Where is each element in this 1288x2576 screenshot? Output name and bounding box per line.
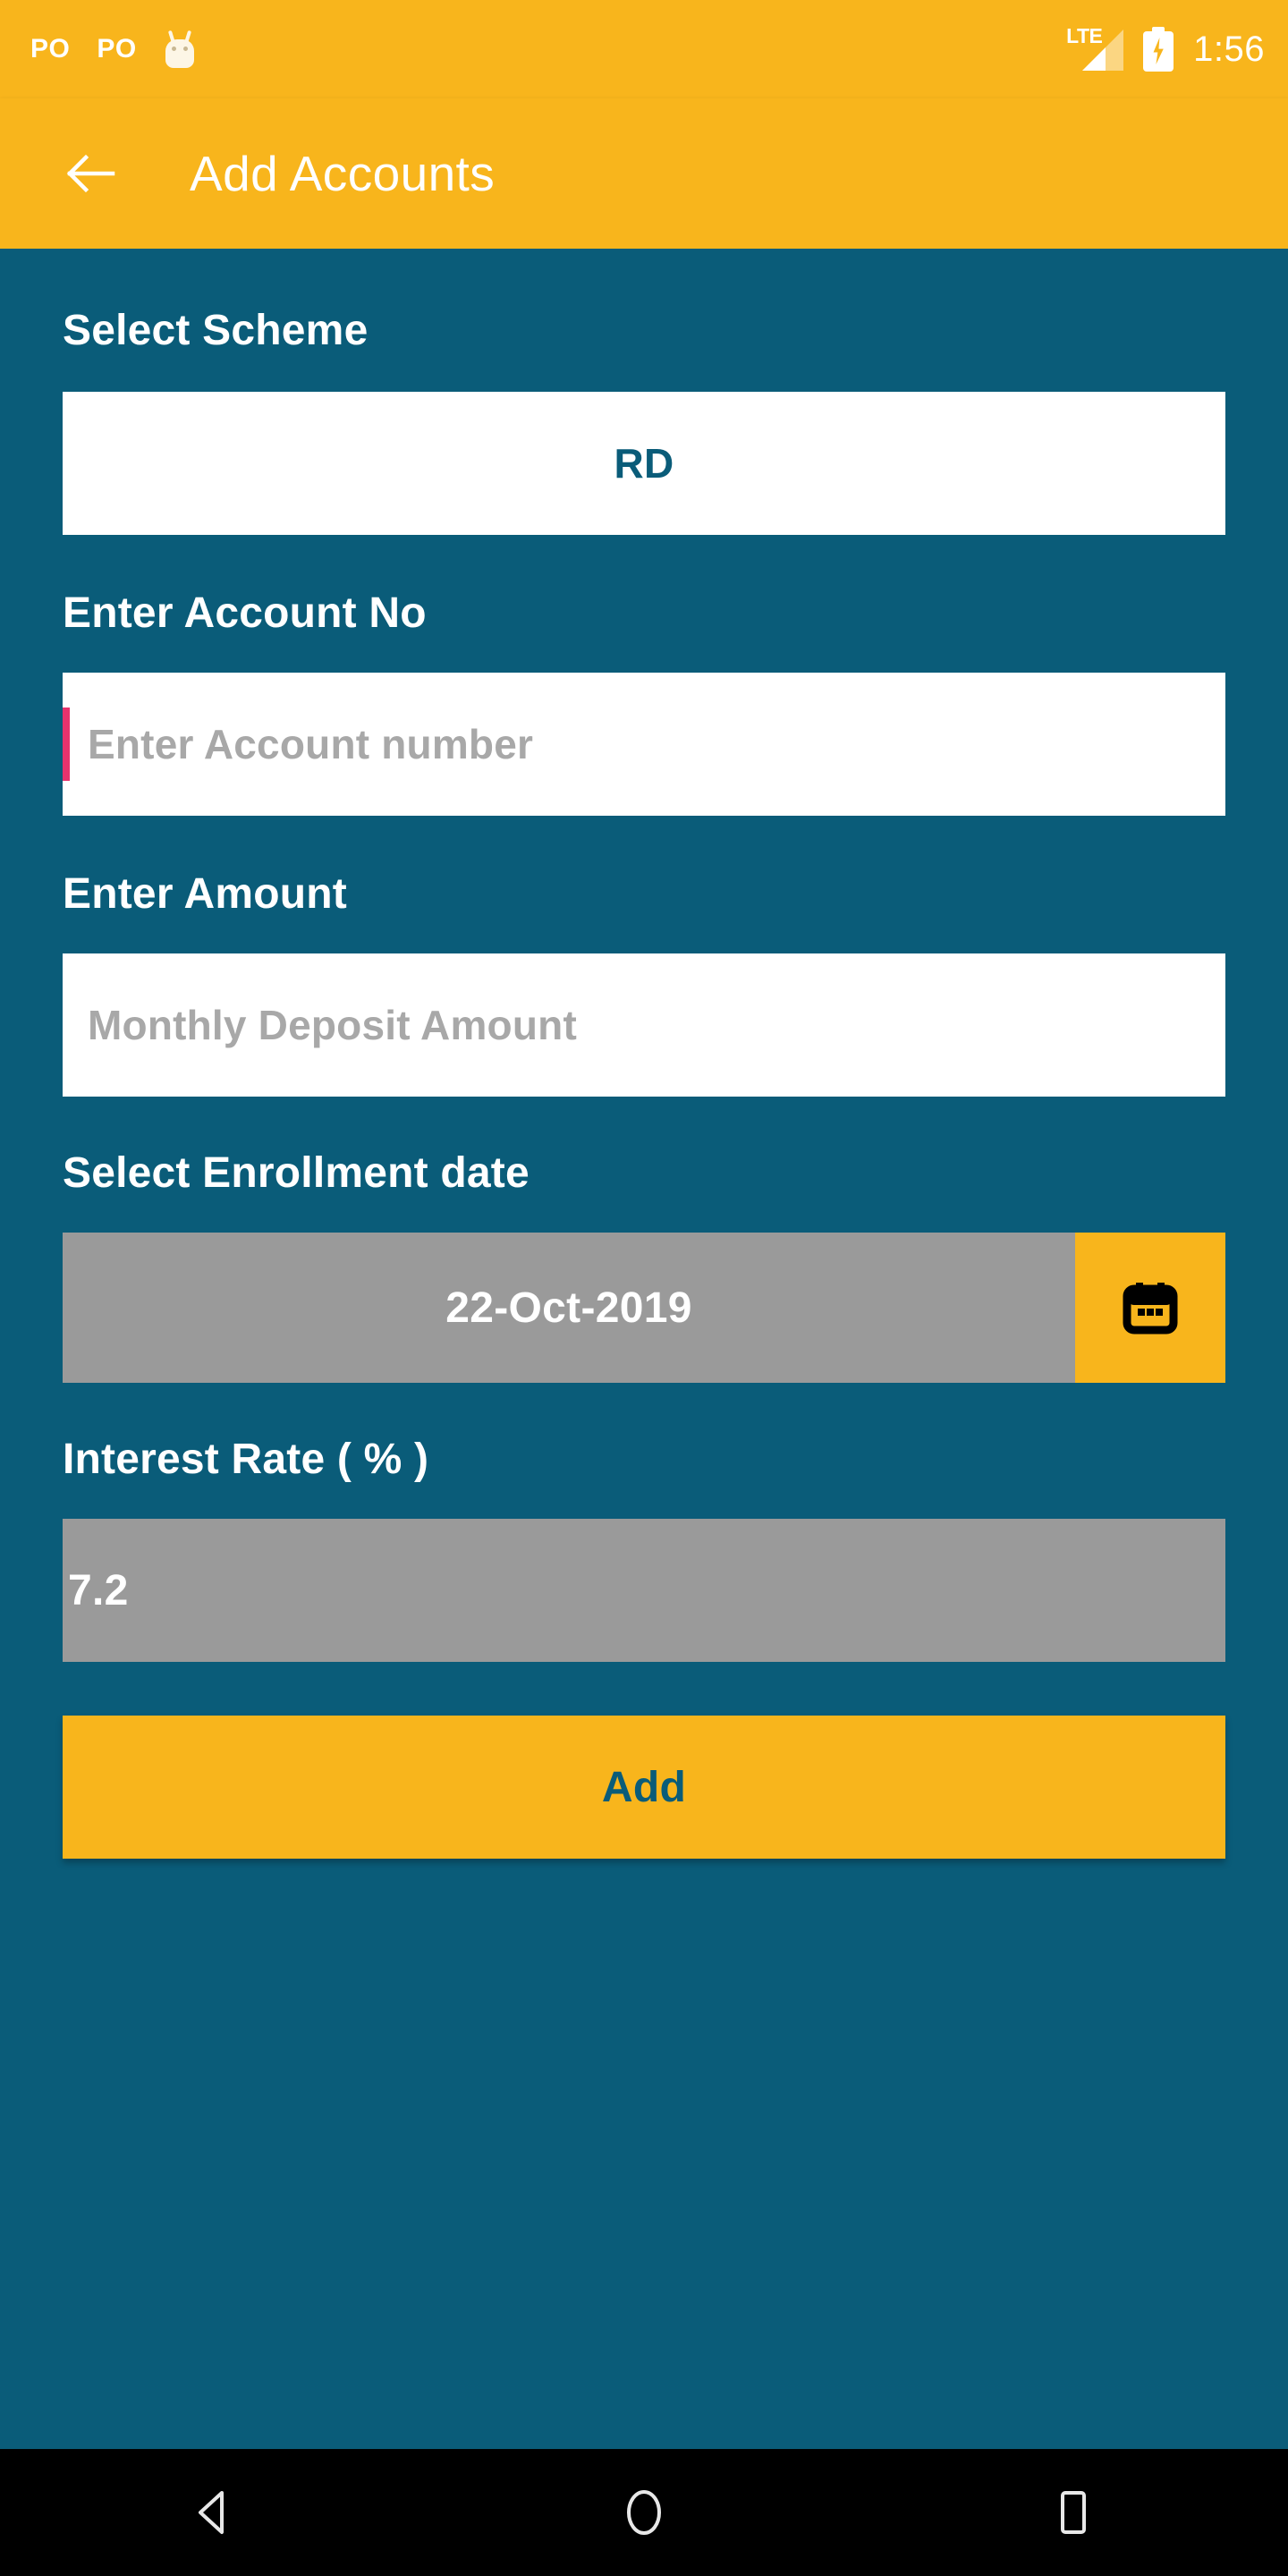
battery-charging-icon — [1143, 27, 1174, 72]
nav-home-circle-icon[interactable] — [581, 2449, 707, 2576]
po-notification-icon-2: PO — [97, 34, 137, 64]
status-indicators: LTE 1:56 — [1066, 26, 1265, 72]
app-screen: PO PO LTE 1:56 Add Accounts Select Schem… — [0, 0, 1288, 2576]
nav-back-triangle-icon[interactable] — [152, 2449, 277, 2576]
po-notification-icon-1: PO — [30, 34, 71, 64]
amount-input[interactable]: Monthly Deposit Amount — [63, 953, 1225, 1097]
account-no-placeholder: Enter Account number — [88, 721, 534, 767]
status-notifications: PO PO — [30, 30, 1070, 68]
nav-recents-square-icon[interactable] — [1011, 2449, 1136, 2576]
scheme-label: Select Scheme — [63, 307, 369, 354]
status-bar: PO PO LTE 1:56 — [0, 0, 1288, 98]
back-arrow-icon[interactable] — [63, 147, 116, 200]
signal-bars-icon: LTE — [1066, 26, 1124, 71]
interest-rate-label: Interest Rate ( % ) — [63, 1436, 429, 1483]
page-title: Add Accounts — [190, 145, 496, 201]
add-button[interactable]: Add — [63, 1716, 1225, 1859]
amount-placeholder: Monthly Deposit Amount — [88, 1002, 577, 1048]
text-caret — [63, 708, 70, 781]
add-button-label: Add — [601, 1763, 687, 1811]
account-no-input[interactable]: Enter Account number — [63, 673, 1225, 816]
enrollment-date-row: 22-Oct-2019 — [63, 1233, 1225, 1383]
enrollment-date-value: 22-Oct-2019 — [445, 1284, 692, 1332]
app-bar: Add Accounts — [0, 98, 1288, 249]
scheme-selected-value: RD — [614, 440, 674, 487]
enrollment-date-label: Select Enrollment date — [63, 1149, 530, 1197]
android-mascot-icon — [164, 30, 196, 68]
interest-rate-value: 7.2 — [68, 1566, 129, 1614]
account-no-label: Enter Account No — [63, 589, 427, 637]
form-container: Select Scheme RD Enter Account No Enter … — [0, 249, 1288, 2449]
android-nav-bar — [0, 2449, 1288, 2576]
calendar-icon[interactable] — [1075, 1233, 1225, 1383]
enrollment-date-field[interactable]: 22-Oct-2019 — [63, 1233, 1075, 1383]
scheme-select[interactable]: RD — [63, 392, 1225, 535]
amount-label: Enter Amount — [63, 870, 347, 918]
status-clock: 1:56 — [1193, 30, 1265, 69]
interest-rate-field: 7.2 — [63, 1519, 1225, 1662]
